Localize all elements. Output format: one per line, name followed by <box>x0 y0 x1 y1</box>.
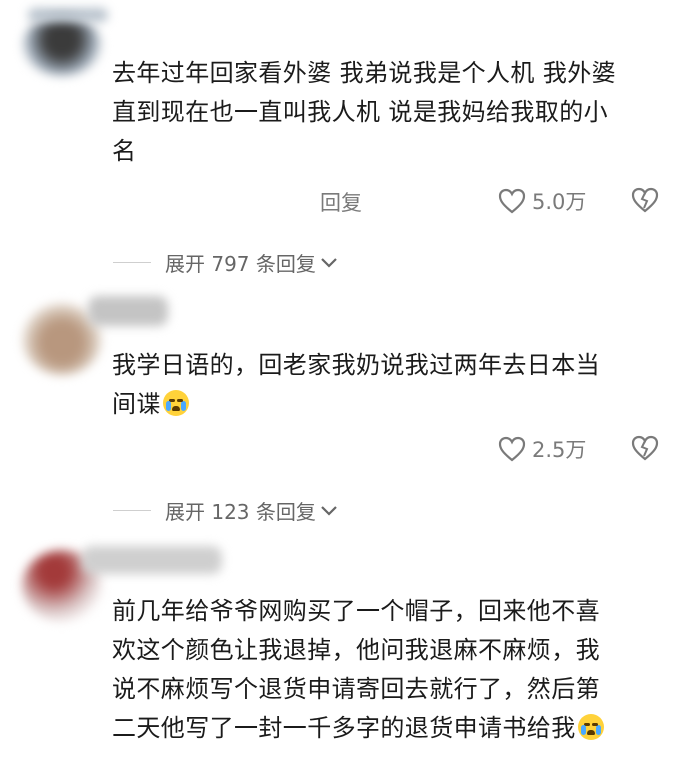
comment-text: 去年过年回家看外婆 我弟说我是个人机 我外婆 直到现在也一直叫我人机 说是我妈给… <box>112 54 616 171</box>
username[interactable] <box>88 296 168 326</box>
comment-line: 名 <box>112 137 137 165</box>
like-count: 2.5万 <box>532 438 587 462</box>
comment-line-text: 二天他写了一封一千多字的退货申请书给我 <box>112 714 576 742</box>
username[interactable] <box>28 8 108 22</box>
comment-line: 间谍 <box>112 385 600 424</box>
comment-line: 直到现在也一直叫我人机 说是我妈给我取的小 <box>112 98 609 126</box>
chevron-down-icon <box>321 257 337 268</box>
username[interactable] <box>82 546 222 574</box>
expand-replies-label: 展开 123 条回复 <box>165 500 316 524</box>
like-button[interactable]: 2.5万 <box>498 434 586 464</box>
divider <box>113 509 151 512</box>
divider <box>113 261 151 264</box>
expand-replies-button[interactable]: 展开 797 条回复 <box>113 248 338 277</box>
crying-face-emoji <box>577 714 604 740</box>
broken-heart-icon[interactable] <box>630 186 660 214</box>
comment-line: 去年过年回家看外婆 我弟说我是个人机 我外婆 <box>112 59 617 87</box>
comment-line: 二天他写了一封一千多字的退货申请书给我 <box>112 709 604 748</box>
comment-line: 前几年给爷爷网购买了一个帽子，回来他不喜 <box>112 597 600 625</box>
comment-text: 前几年给爷爷网购买了一个帽子，回来他不喜 欢这个颜色让我退掉，他问我退麻不麻烦，… <box>112 592 604 748</box>
comment-line: 欢这个颜色让我退掉，他问我退麻不麻烦，我 <box>112 636 600 664</box>
like-count: 5.0万 <box>532 190 587 214</box>
like-button[interactable]: 5.0万 <box>498 186 586 216</box>
comment-line: 说不麻烦写个退货申请寄回去就行了，然后第 <box>112 675 600 703</box>
comment-line: 我学日语的，回老家我奶说我过两年去日本当 <box>112 351 600 379</box>
avatar[interactable] <box>22 16 102 76</box>
expand-replies-button[interactable]: 展开 123 条回复 <box>113 496 338 525</box>
expand-replies-label: 展开 797 条回复 <box>165 252 316 276</box>
crying-face-emoji <box>162 390 189 416</box>
comment-line-text: 间谍 <box>112 390 161 418</box>
heart-outline-icon <box>498 188 526 214</box>
chevron-down-icon <box>321 505 337 516</box>
reply-button[interactable]: 回复 <box>320 187 362 217</box>
broken-heart-icon[interactable] <box>630 434 660 462</box>
heart-outline-icon <box>498 436 526 462</box>
comment-text: 我学日语的，回老家我奶说我过两年去日本当 间谍 <box>112 346 600 424</box>
